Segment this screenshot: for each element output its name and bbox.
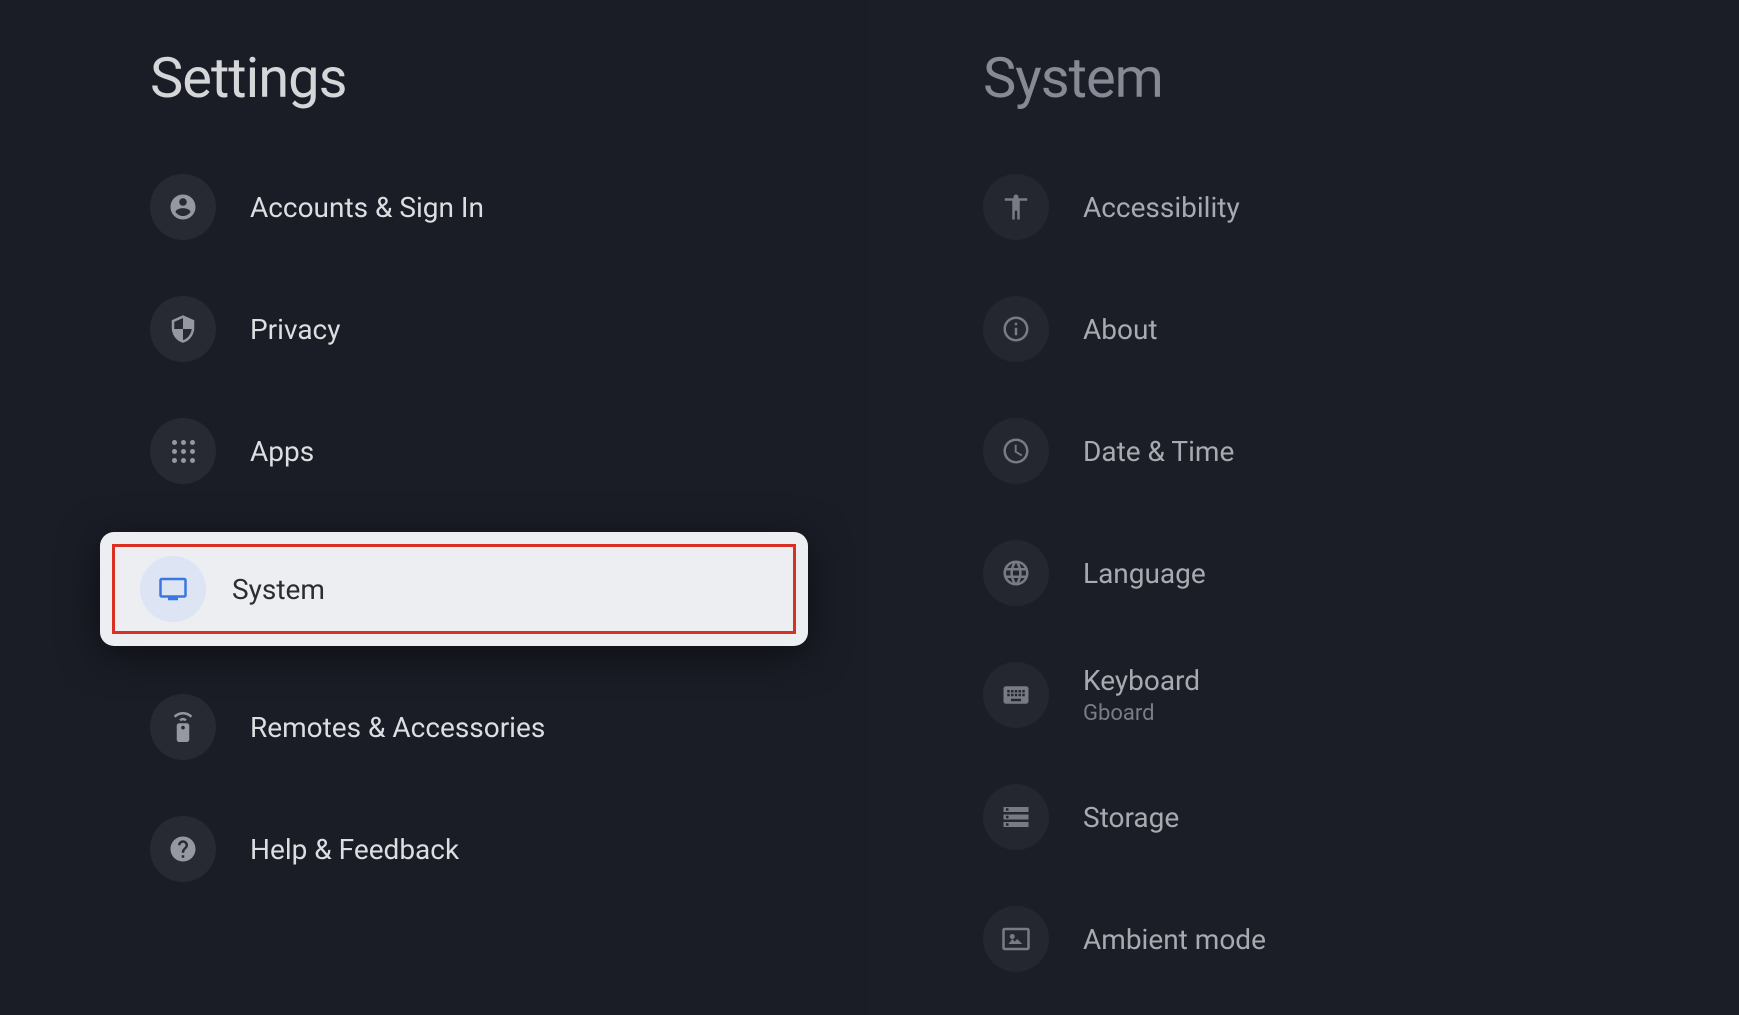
menu-item-language[interactable]: Language <box>983 532 1739 614</box>
menu-item-datetime[interactable]: Date & Time <box>983 410 1739 492</box>
menu-item-privacy[interactable]: Privacy <box>150 288 868 370</box>
info-icon <box>983 296 1049 362</box>
menu-item-system[interactable]: System <box>100 532 808 646</box>
menu-item-accounts[interactable]: Accounts & Sign In <box>150 166 868 248</box>
storage-icon <box>983 784 1049 850</box>
menu-label: Date & Time <box>1083 435 1234 468</box>
menu-sublabel: Gboard <box>1083 701 1200 726</box>
menu-label: Accessibility <box>1083 191 1240 224</box>
menu-item-storage[interactable]: Storage <box>983 776 1739 858</box>
system-title: System <box>983 45 1739 111</box>
settings-panel: Settings Accounts & Sign In Privacy Apps… <box>0 0 868 1015</box>
ambient-icon <box>983 906 1049 972</box>
account-icon <box>150 174 216 240</box>
menu-label: About <box>1083 313 1158 346</box>
accessibility-icon <box>983 174 1049 240</box>
tv-icon <box>140 556 206 622</box>
apps-icon <box>150 418 216 484</box>
help-icon <box>150 816 216 882</box>
menu-item-accessibility[interactable]: Accessibility <box>983 166 1739 248</box>
menu-label: Privacy <box>250 313 340 346</box>
settings-title: Settings <box>150 45 868 111</box>
menu-label: Apps <box>250 435 314 468</box>
menu-label: Remotes & Accessories <box>250 711 545 744</box>
remote-icon <box>150 694 216 760</box>
menu-item-about[interactable]: About <box>983 288 1739 370</box>
menu-label: Keyboard <box>1083 664 1200 697</box>
clock-icon <box>983 418 1049 484</box>
menu-label: Ambient mode <box>1083 923 1266 956</box>
menu-item-ambient[interactable]: Ambient mode <box>983 898 1739 980</box>
shield-icon <box>150 296 216 362</box>
menu-item-remotes[interactable]: Remotes & Accessories <box>150 686 868 768</box>
menu-label: System <box>232 573 325 606</box>
menu-label: Storage <box>1083 801 1179 834</box>
menu-label: Accounts & Sign In <box>250 191 484 224</box>
menu-item-keyboard[interactable]: Keyboard Gboard <box>983 654 1739 736</box>
menu-item-help[interactable]: Help & Feedback <box>150 808 868 890</box>
menu-label: Language <box>1083 557 1206 590</box>
globe-icon <box>983 540 1049 606</box>
menu-item-apps[interactable]: Apps <box>150 410 868 492</box>
menu-label: Help & Feedback <box>250 833 459 866</box>
system-panel: System Accessibility About Date & Time L… <box>868 0 1739 1015</box>
keyboard-icon <box>983 662 1049 728</box>
